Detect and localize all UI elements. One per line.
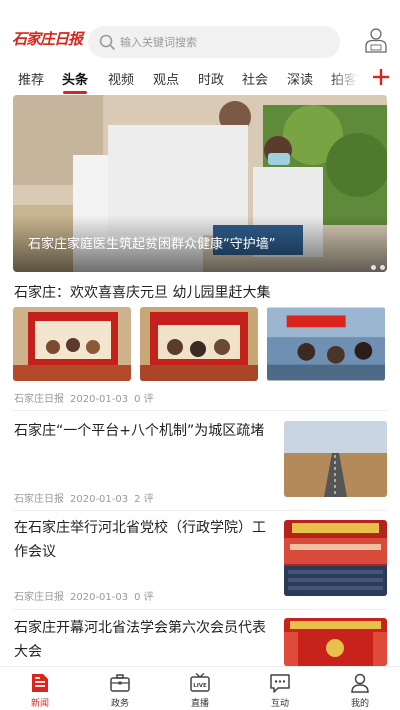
chat-icon [270, 674, 290, 693]
search-icon [99, 34, 115, 50]
tab-politics[interactable]: 时政 [198, 69, 224, 88]
comment-count: 0 评 [134, 394, 154, 405]
comment-count: 2 评 [134, 494, 154, 505]
article-title[interactable]: 在石家庄举行河北省党校（行政学院）工作会议 [14, 516, 274, 564]
divider [13, 410, 387, 411]
news-icon [32, 674, 48, 692]
user-login-icon[interactable] [364, 27, 388, 53]
live-tv-icon: LIVE [190, 672, 210, 692]
app-header: 石家庄日报 输入关键词搜索 [0, 0, 400, 64]
article-source: 石家庄日报 [14, 494, 64, 505]
tab-recommend[interactable]: 推荐 [18, 69, 44, 88]
article-source: 石家庄日报 [14, 592, 64, 603]
tab-deep-read[interactable]: 深读 [287, 69, 313, 88]
article-meta: 石家庄日报 2020-01-03 0 评 [14, 390, 160, 405]
carousel-dot [380, 265, 385, 270]
search-bar[interactable]: 输入关键词搜索 [88, 26, 340, 58]
nav-label: 政务 [110, 699, 129, 709]
article-title[interactable]: 石家庄开幕河北省法学会第六次会员代表大会 [14, 616, 274, 664]
active-tab-indicator [63, 91, 87, 94]
article-thumbnail[interactable] [284, 520, 387, 596]
bottom-navigation: 新闻 政务 LIVE 直播 互动 我的 [0, 666, 400, 710]
comment-count: 0 评 [134, 592, 154, 603]
article-date: 2020-01-03 [70, 394, 129, 405]
tab-headline[interactable]: 头条 [62, 69, 88, 88]
article-thumbnail [140, 307, 258, 381]
briefcase-icon [110, 674, 130, 692]
article-date: 2020-01-03 [70, 592, 129, 603]
nav-news[interactable]: 新闻 [0, 667, 80, 710]
add-channel-icon[interactable] [370, 66, 392, 88]
hero-banner[interactable]: 石家庄家庭医生筑起贫困群众健康“守护墙” [13, 95, 387, 272]
article-thumbnail [13, 307, 131, 381]
hero-caption: 石家庄家庭医生筑起贫困群众健康“守护墙” [28, 237, 276, 252]
article-meta: 石家庄日报 2020-01-03 0 评 [14, 588, 160, 603]
tab-society[interactable]: 社会 [242, 69, 268, 88]
divider [13, 609, 387, 610]
nav-label: 新闻 [30, 699, 49, 709]
carousel-indicator [367, 255, 385, 272]
nav-live[interactable]: LIVE 直播 [160, 667, 240, 710]
nav-label: 我的 [350, 699, 369, 709]
nav-label: 互动 [270, 699, 289, 709]
nav-interact[interactable]: 互动 [240, 667, 320, 710]
article-thumbnail[interactable] [284, 421, 387, 497]
tab-fade [330, 64, 358, 92]
tab-opinion[interactable]: 观点 [153, 69, 179, 88]
nav-me[interactable]: 我的 [320, 667, 400, 710]
app-logo[interactable]: 石家庄日报 [12, 28, 83, 52]
svg-text:LIVE: LIVE [193, 683, 207, 689]
article-thumbnail[interactable] [284, 618, 387, 666]
article-source: 石家庄日报 [14, 394, 64, 405]
nav-label: 直播 [190, 699, 209, 709]
article-title[interactable]: 石家庄“一个平台+八个机制”为城区疏堵 [14, 419, 274, 443]
article-date: 2020-01-03 [70, 494, 129, 505]
article-image-row[interactable] [13, 307, 387, 382]
article-title[interactable]: 石家庄：欢欢喜喜庆元旦 幼儿园里赶大集 [14, 282, 270, 302]
tab-video[interactable]: 视频 [108, 69, 134, 88]
channel-tabs: 推荐 头条 视频 观点 时政 社会 深读 拍客 [0, 64, 400, 94]
profile-icon [351, 673, 369, 693]
search-placeholder: 输入关键词搜索 [120, 36, 197, 49]
article-meta: 石家庄日报 2020-01-03 2 评 [14, 490, 160, 505]
nav-government[interactable]: 政务 [80, 667, 160, 710]
article-thumbnail [267, 307, 385, 381]
divider [13, 510, 387, 511]
carousel-dot [371, 265, 376, 270]
